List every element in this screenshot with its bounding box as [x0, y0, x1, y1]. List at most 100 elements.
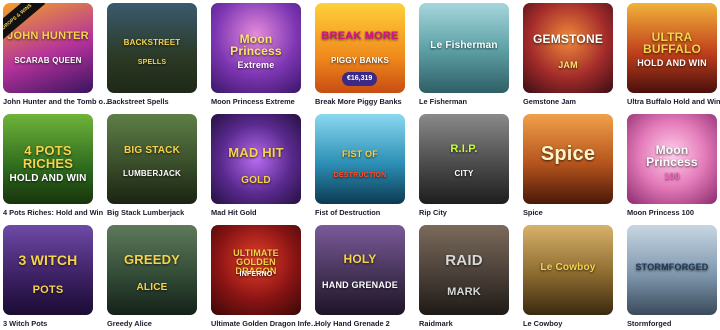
game-thumbnail[interactable]: MAD HIT GOLD: [211, 114, 301, 204]
game-logo-subtitle: MARK: [447, 286, 481, 298]
game-title[interactable]: Holy Hand Grenade 2: [315, 319, 423, 328]
game-logo-subtitle: DESTRUCTION: [333, 172, 387, 179]
game-logo: Spice: [540, 143, 596, 165]
game-tile-mad-hit-gold[interactable]: MAD HIT GOLD Mad Hit Gold: [211, 114, 301, 222]
game-logo-subtitle: PIGGY BANKS: [330, 56, 390, 65]
game-title[interactable]: Moon Princess Extreme: [211, 97, 319, 106]
game-title[interactable]: Spice: [523, 208, 631, 217]
game-logo: Moon Princess: [646, 143, 698, 169]
game-tile-moon-princess-extreme[interactable]: Moon Princess Extreme Moon Princess Extrem…: [211, 3, 301, 111]
game-thumbnail[interactable]: FIST OF DESTRUCTION: [315, 114, 405, 204]
game-thumbnail[interactable]: GREEDY ALICE: [107, 225, 197, 315]
game-artwork: [107, 114, 197, 204]
game-thumbnail[interactable]: RAID MARK: [419, 225, 509, 315]
game-tile-fist-of-destruction[interactable]: FIST OF DESTRUCTION Fist of Destruction: [315, 114, 405, 222]
game-logo: Le Fisherman: [430, 40, 498, 51]
game-artwork: [107, 3, 197, 93]
game-title[interactable]: Ultimate Golden Dragon Inferno: [211, 319, 319, 328]
game-thumbnail[interactable]: Moon Princess Extreme: [211, 3, 301, 93]
game-thumbnail[interactable]: R.I.P. CITY: [419, 114, 509, 204]
game-title[interactable]: Fist of Destruction: [315, 208, 423, 217]
game-logo: HOLY: [343, 252, 377, 266]
game-logo: 3 WITCH: [18, 252, 78, 268]
game-title[interactable]: Raidmark: [419, 319, 527, 328]
jackpot-amount-badge: €16,319: [342, 72, 378, 86]
game-title[interactable]: Backstreet Spells: [107, 97, 215, 106]
game-tile-rip-city[interactable]: R.I.P. CITY Rip City: [419, 114, 509, 222]
game-thumbnail[interactable]: 3 WITCH POTS: [3, 225, 93, 315]
game-thumbnail[interactable]: GEMSTONE JAM: [523, 3, 613, 93]
game-thumbnail[interactable]: 4 POTS RICHES HOLD AND WIN: [3, 114, 93, 204]
game-logo-subtitle: CITY: [454, 169, 474, 178]
game-title[interactable]: 4 Pots Riches: Hold and Win: [3, 208, 111, 217]
game-tile-le-fisherman[interactable]: Le Fisherman Le Fisherman: [419, 3, 509, 111]
game-title[interactable]: Stormforged: [627, 319, 720, 328]
game-logo: FIST OF: [342, 149, 378, 159]
game-thumbnail[interactable]: HOLY HAND GRENADE: [315, 225, 405, 315]
game-tile-john-hunter-and-the-tomb-of-the-scarab-queen[interactable]: JOHN HUNTER SCARAB QUEEN DROPS & WINS John …: [3, 3, 111, 111]
game-tile-3-witch-pots[interactable]: 3 WITCH POTS 3 Witch Pots: [3, 225, 93, 330]
game-thumbnail[interactable]: Spice: [523, 114, 613, 204]
game-logo-subtitle: Extreme: [237, 60, 275, 70]
game-thumbnail[interactable]: Le Fisherman: [419, 3, 509, 93]
game-tile-gemstone-jam[interactable]: GEMSTONE JAM Gemstone Jam: [523, 3, 613, 111]
game-thumbnail[interactable]: BIG STACK LUMBERJACK: [107, 114, 197, 204]
game-tile-le-cowboy[interactable]: Le Cowboy Le Cowboy: [523, 225, 613, 330]
game-logo: Moon Princess: [230, 32, 282, 58]
game-logo-subtitle: GOLD: [241, 175, 271, 186]
game-logo: GEMSTONE: [532, 32, 604, 46]
game-logo: ULTRA BUFFALO: [642, 30, 702, 56]
game-logo: RAID: [445, 252, 483, 269]
game-title[interactable]: Mad Hit Gold: [211, 208, 319, 217]
game-tile-spice[interactable]: Spice Spice: [523, 114, 613, 222]
game-logo-subtitle: 100: [664, 171, 680, 181]
game-logo: BREAK MORE: [321, 30, 399, 42]
game-tile-big-stack-lumberjack[interactable]: BIG STACK LUMBERJACK Big Stack Lumberjack: [107, 114, 197, 222]
game-title[interactable]: Le Fisherman: [419, 97, 527, 106]
game-title[interactable]: Break More Piggy Banks: [315, 97, 423, 106]
game-artwork: [419, 225, 509, 315]
game-tile-greedy-alice[interactable]: GREEDY ALICE Greedy Alice: [107, 225, 197, 330]
game-tile-backstreet-spells[interactable]: BACKSTREET SPELLS Backstreet Spells: [107, 3, 197, 111]
game-title[interactable]: Le Cowboy: [523, 319, 631, 328]
game-title[interactable]: Greedy Alice: [107, 319, 215, 328]
game-title[interactable]: John Hunter and the Tomb of the Scarab Q…: [3, 97, 111, 106]
game-logo: R.I.P.: [450, 143, 478, 155]
game-logo: MAD HIT: [228, 145, 284, 160]
game-tile-holy-hand-grenade-2[interactable]: HOLY HAND GRENADE Holy Hand Grenade 2: [315, 225, 405, 330]
game-artwork: [315, 114, 405, 204]
game-title[interactable]: Gemstone Jam: [523, 97, 631, 106]
game-logo-subtitle: POTS: [32, 284, 64, 296]
game-title[interactable]: Big Stack Lumberjack: [107, 208, 215, 217]
game-thumbnail[interactable]: Le Cowboy: [523, 225, 613, 315]
game-thumbnail[interactable]: Moon Princess 100: [627, 114, 717, 204]
game-logo-subtitle: ALICE: [136, 282, 168, 293]
game-artwork: [419, 114, 509, 204]
game-title[interactable]: Moon Princess 100: [627, 208, 720, 217]
game-thumbnail[interactable]: ULTRA BUFFALO HOLD AND WIN: [627, 3, 717, 93]
game-thumbnail[interactable]: ULTIMATE GOLDEN DRAGON INFERNO: [211, 225, 301, 315]
game-thumbnail[interactable]: BREAK MORE PIGGY BANKS €16,319: [315, 3, 405, 93]
game-title[interactable]: Ultra Buffalo Hold and Win: [627, 97, 720, 106]
game-thumbnail[interactable]: BACKSTREET SPELLS: [107, 3, 197, 93]
game-tile-moon-princess-100[interactable]: Moon Princess 100 Moon Princess 100: [627, 114, 717, 222]
game-logo: BIG STACK: [123, 145, 181, 156]
game-tile-raidmark[interactable]: RAID MARK Raidmark: [419, 225, 509, 330]
game-artwork: [315, 225, 405, 315]
game-title[interactable]: 3 Witch Pots: [3, 319, 111, 328]
game-logo-subtitle: SCARAB QUEEN: [14, 56, 82, 65]
game-title[interactable]: Rip City: [419, 208, 527, 217]
game-logo: JOHN HUNTER: [7, 30, 89, 42]
game-tile-stormforged[interactable]: STORMFORGED Stormforged: [627, 225, 717, 330]
game-tile-ultra-buffalo-hold-and-win[interactable]: ULTRA BUFFALO HOLD AND WIN Ultra Buffalo H…: [627, 3, 720, 111]
game-artwork: [523, 3, 613, 93]
game-tile-4-pots-riches-hold-and-win[interactable]: 4 POTS RICHES HOLD AND WIN 4 Pots Riches: …: [3, 114, 103, 222]
game-tile-break-more-piggy-banks[interactable]: BREAK MORE PIGGY BANKS €16,319 Break More P…: [315, 3, 405, 111]
game-logo-subtitle: HOLD AND WIN: [9, 173, 87, 184]
game-artwork: [107, 225, 197, 315]
game-tile-ultimate-golden-dragon-inferno[interactable]: ULTIMATE GOLDEN DRAGON INFERNO Ultimate Go…: [211, 225, 319, 330]
game-logo-subtitle: HOLD AND WIN: [637, 58, 707, 68]
game-thumbnail[interactable]: JOHN HUNTER SCARAB QUEEN DROPS & WINS: [3, 3, 93, 93]
game-logo-subtitle: SPELLS: [137, 59, 167, 66]
game-thumbnail[interactable]: STORMFORGED: [627, 225, 717, 315]
